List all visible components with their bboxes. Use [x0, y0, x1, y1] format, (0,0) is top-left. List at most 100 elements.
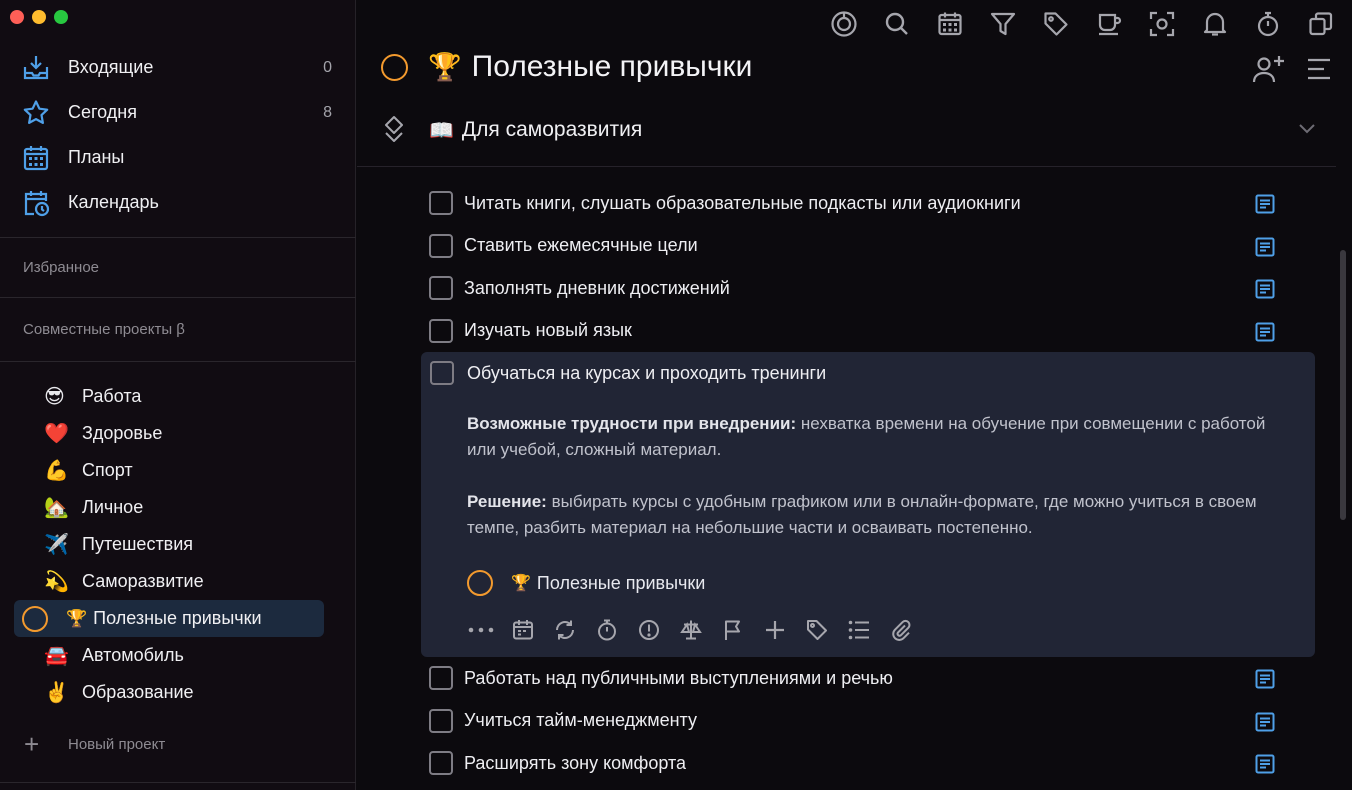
more-button[interactable]	[467, 616, 495, 644]
share-button[interactable]	[1252, 55, 1286, 90]
difficulty-label: Возможные трудности при внедрении:	[467, 414, 797, 433]
task-row[interactable]: Работать над публичными выступлениями и …	[419, 657, 1319, 700]
task-checkbox[interactable]	[429, 751, 453, 776]
airplane-emoji-icon: ✈️	[44, 534, 69, 556]
task-checkbox[interactable]	[430, 361, 454, 385]
nav-label: Календарь	[68, 192, 159, 212]
project-label: Образование	[82, 682, 194, 702]
nav-item-plans[interactable]: Планы	[0, 135, 356, 180]
task-row[interactable]: Заполнять дневник достижений	[419, 267, 1319, 310]
task-action-bar	[467, 616, 915, 644]
task-checkbox[interactable]	[429, 191, 453, 216]
star-icon	[22, 99, 50, 127]
trophy-emoji-icon: 🏆	[66, 608, 88, 628]
section-header[interactable]: 📖 Для саморазвития	[381, 110, 1336, 150]
task-row[interactable]: Изучать новый язык	[419, 310, 1319, 353]
task-title: Заполнять дневник достижений	[464, 277, 730, 298]
page-title: Полезные привычки	[471, 50, 753, 83]
note-icon[interactable]	[1255, 237, 1275, 262]
subtask-button[interactable]	[761, 616, 789, 644]
minimize-window-button[interactable]	[32, 10, 46, 24]
task-checkbox[interactable]	[429, 318, 453, 343]
expanded-task-card[interactable]: Обучаться на курсах и проходить тренинги…	[421, 352, 1315, 657]
checklist-icon	[848, 620, 869, 640]
note-icon[interactable]	[1255, 279, 1275, 304]
goal-button[interactable]	[677, 616, 705, 644]
task-checkbox[interactable]	[429, 708, 453, 733]
view-options-button[interactable]	[1306, 55, 1332, 90]
new-project-label: Новый проект	[68, 735, 166, 753]
attach-button[interactable]	[887, 616, 915, 644]
calendar-grid-icon	[22, 144, 50, 172]
muscle-emoji-icon: 💪	[44, 460, 69, 482]
date-button[interactable]	[509, 616, 537, 644]
project-item-car[interactable]: 🚘 Автомобиль	[14, 637, 324, 674]
task-title: Учиться тайм-менеджменту	[464, 710, 697, 731]
project-label: Автомобиль	[82, 645, 184, 665]
nav-item-calendar[interactable]: Календарь	[0, 180, 356, 225]
zoom-window-button[interactable]	[54, 10, 68, 24]
note-icon[interactable]	[1255, 712, 1275, 737]
tag-button[interactable]	[803, 616, 831, 644]
checklist-button[interactable]	[845, 616, 873, 644]
scrollbar[interactable]	[1340, 250, 1346, 520]
task-checkbox[interactable]	[429, 666, 453, 691]
priority-button[interactable]	[635, 616, 663, 644]
project-item-travel[interactable]: ✈️ Путешествия	[14, 526, 324, 563]
solution-text: выбирать курсы с удобным графиком или в …	[467, 492, 1257, 537]
project-item-self-development[interactable]: 💫 Саморазвитие	[14, 563, 324, 600]
task-title[interactable]: Обучаться на курсах и проходить тренинги	[467, 363, 826, 384]
project-label: Путешествия	[82, 534, 194, 554]
project-item-useful-habits[interactable]: 🏆 Полезные привычки	[14, 600, 324, 637]
repeat-button[interactable]	[551, 616, 579, 644]
task-checkbox[interactable]	[429, 276, 453, 301]
main-nav: Входящие 0 Сегодня 8 Планы Календарь	[0, 45, 356, 225]
sidebar-divider	[0, 237, 356, 238]
trophy-emoji-icon: 🏆	[511, 575, 531, 592]
section-drag-icon[interactable]	[381, 115, 407, 145]
close-window-button[interactable]	[10, 10, 24, 24]
header-actions	[1252, 55, 1332, 90]
duration-button[interactable]	[593, 616, 621, 644]
nav-item-today[interactable]: Сегодня 8	[0, 90, 356, 135]
expanded-task-header: Обучаться на курсах и проходить тренинги	[430, 360, 826, 386]
project-item-personal[interactable]: 🏡 Личное	[14, 489, 324, 526]
task-checkbox[interactable]	[429, 233, 453, 258]
progress-ring-icon[interactable]	[381, 53, 408, 81]
task-row[interactable]: Расширять зону комфорта	[419, 742, 1319, 785]
shared-projects-label[interactable]: Совместные проекты β	[23, 321, 185, 338]
heart-emoji-icon: ❤️	[44, 423, 69, 445]
sidebar: Входящие 0 Сегодня 8 Планы Календарь Изб…	[0, 0, 356, 790]
task-note-solution[interactable]: Решение: выбирать курсы с удобным график…	[467, 489, 1297, 541]
dizzy-emoji-icon: 💫	[44, 571, 69, 593]
task-row[interactable]: Учиться тайм-менеджменту	[419, 700, 1319, 743]
task-title: Работать над публичными выступлениями и …	[464, 667, 893, 688]
nav-count: 8	[323, 103, 332, 121]
note-icon[interactable]	[1255, 194, 1275, 219]
note-icon[interactable]	[1255, 322, 1275, 347]
note-icon[interactable]	[1255, 754, 1275, 779]
project-item-health[interactable]: ❤️ Здоровье	[14, 415, 324, 452]
add-person-icon	[1252, 56, 1284, 83]
task-row[interactable]: Ставить ежемесячные цели	[419, 225, 1319, 268]
project-item-work[interactable]: 😎 Работа	[14, 378, 324, 415]
exclamation-icon	[639, 620, 659, 640]
task-title: Изучать новый язык	[464, 320, 632, 341]
project-item-education[interactable]: ✌️ Образование	[14, 674, 324, 711]
chevron-down-icon[interactable]	[1298, 121, 1316, 139]
task-note-difficulty[interactable]: Возможные трудности при внедрении: нехва…	[467, 411, 1297, 463]
more-icon	[468, 627, 494, 633]
nav-item-inbox[interactable]: Входящие 0	[0, 45, 356, 90]
project-item-sport[interactable]: 💪 Спорт	[14, 452, 324, 489]
favorites-label[interactable]: Избранное	[23, 259, 99, 276]
note-icon[interactable]	[1255, 669, 1275, 694]
car-emoji-icon: 🚘	[44, 645, 69, 667]
paperclip-icon	[892, 619, 911, 641]
nav-count: 0	[323, 58, 332, 76]
flag-button[interactable]	[719, 616, 747, 644]
task-title: Расширять зону комфорта	[464, 752, 687, 773]
task-row[interactable]: Читать книги, слушать образовательные по…	[419, 182, 1319, 225]
task-project[interactable]: 🏆 Полезные привычки	[467, 570, 705, 596]
new-project-button[interactable]: + Новый проект	[24, 731, 166, 757]
task-title: Читать книги, слушать образовательные по…	[464, 192, 1021, 213]
